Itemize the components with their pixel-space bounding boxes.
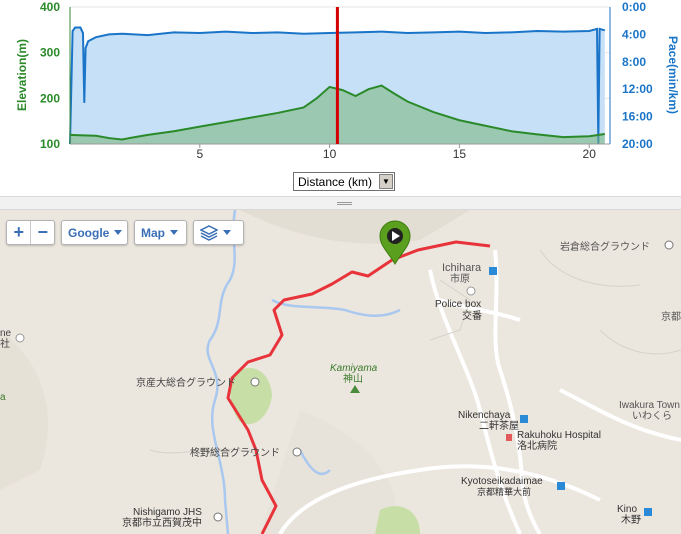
map-label-rakuhoku: Rakuhoku Hospital bbox=[517, 430, 601, 441]
drag-handle-icon[interactable] bbox=[337, 202, 352, 205]
map-label-nishigamo: Nishigamo JHS bbox=[133, 507, 202, 518]
map-label-nikenchaya: Nikenchaya bbox=[458, 410, 511, 421]
map-label-iwakura: Iwakura Town bbox=[619, 400, 680, 411]
map-type-dropdown[interactable]: Map bbox=[134, 220, 187, 245]
x-tick-label: 5 bbox=[196, 147, 203, 161]
map-label-police: Police box bbox=[435, 299, 481, 310]
map-label-kino-jp: 木野 bbox=[621, 514, 641, 526]
pace-tick-label: 0:00 bbox=[622, 0, 646, 14]
map-label-left-sha: 社 bbox=[0, 337, 10, 350]
elevation-axis-label: Elevation(m) bbox=[15, 39, 29, 111]
elevation-pace-chart-panel: 400 300 200 100 0:00 4:00 8:00 12:00 16:00 20:00… bbox=[0, 0, 681, 196]
x-tick-label: 10 bbox=[323, 147, 337, 161]
map-label-kyotoseika-jp: 京都精華大前 bbox=[477, 486, 531, 497]
map-type-label: Map bbox=[141, 225, 165, 240]
x-axis-select-value: Distance (km) bbox=[298, 174, 373, 189]
map-label-iwakura-ground: 岩倉総合グラウンド bbox=[560, 240, 650, 253]
elevation-pace-chart[interactable]: 400 300 200 100 0:00 4:00 8:00 12:00 16:00 20:00… bbox=[0, 0, 681, 170]
pace-axis-label: Pace(min/km) bbox=[666, 36, 680, 114]
station-icon bbox=[557, 482, 565, 490]
map-label-police-jp: 交番 bbox=[462, 309, 482, 322]
map-label-kyotoseika: Kyotoseikadaimae bbox=[461, 476, 543, 487]
station-icon bbox=[489, 267, 497, 275]
hospital-icon bbox=[506, 434, 512, 441]
layers-icon bbox=[200, 224, 218, 241]
map-label-rakuhoku-jp: 洛北病院 bbox=[517, 439, 557, 452]
zoom-in-button[interactable]: + bbox=[7, 221, 30, 244]
zoom-controls: + − bbox=[6, 220, 55, 245]
left-tick-labels: 400 300 200 100 bbox=[40, 0, 60, 151]
x-axis-select[interactable]: Distance (km) ▼ bbox=[293, 172, 395, 191]
zoom-out-button[interactable]: − bbox=[30, 221, 54, 244]
right-tick-labels: 0:00 4:00 8:00 12:00 16:00 20:00 bbox=[622, 0, 653, 151]
x-tick-labels: 5 10 15 20 bbox=[196, 144, 596, 161]
x-tick-label: 20 bbox=[583, 147, 597, 161]
elevation-tick-label: 300 bbox=[40, 46, 60, 60]
map-label-kyoto-edge: 京都 bbox=[661, 310, 681, 323]
pace-tick-label: 20:00 bbox=[622, 137, 653, 151]
station-icon bbox=[520, 415, 528, 423]
map-label-iwakura-jp: いわくら bbox=[632, 410, 672, 422]
route-map[interactable]: Ichihara 市原 岩倉総合グラウンド Police box 交番 京都 K… bbox=[0, 210, 681, 534]
pace-tick-label: 8:00 bbox=[622, 55, 646, 69]
map-label-kyosan: 京産大総合グラウンド bbox=[136, 376, 236, 389]
map-label-ichihara: Ichihara bbox=[442, 262, 482, 274]
map-provider-label: Google bbox=[68, 225, 110, 240]
chevron-down-icon bbox=[170, 230, 178, 235]
station-icon bbox=[644, 508, 652, 516]
panel-splitter[interactable] bbox=[0, 196, 681, 210]
x-tick-label: 15 bbox=[453, 147, 467, 161]
map-label-kamiyama: Kamiyama bbox=[330, 363, 378, 374]
map-label-nishigamo-jp: 京都市立西賀茂中 bbox=[122, 516, 202, 529]
elevation-tick-label: 200 bbox=[40, 91, 60, 105]
map-label-kamiyama-jp: 神山 bbox=[343, 372, 363, 385]
map-label-left-a: a bbox=[0, 392, 6, 403]
pace-tick-label: 12:00 bbox=[622, 82, 653, 96]
map-label-hiiragino: 柊野総合グラウンド bbox=[190, 446, 280, 459]
map-provider-dropdown[interactable]: Google bbox=[61, 220, 128, 245]
map-label-left-ne: ne bbox=[0, 328, 12, 339]
map-label-kino: Kino bbox=[617, 504, 637, 515]
dropdown-arrow-icon[interactable]: ▼ bbox=[379, 174, 393, 189]
elevation-tick-label: 100 bbox=[40, 137, 60, 151]
school-icon bbox=[213, 512, 223, 522]
map-canvas[interactable]: Ichihara 市原 岩倉総合グラウンド Police box 交番 京都 K… bbox=[0, 210, 681, 534]
chevron-down-icon bbox=[223, 230, 231, 235]
map-label-ichihara-jp: 市原 bbox=[450, 272, 470, 285]
pace-tick-label: 16:00 bbox=[622, 110, 653, 124]
elevation-tick-label: 400 bbox=[40, 0, 60, 14]
chevron-down-icon bbox=[114, 230, 123, 235]
map-label-nikenchaya-jp: 二軒茶屋 bbox=[479, 419, 519, 432]
pace-tick-label: 4:00 bbox=[622, 27, 646, 41]
map-layers-dropdown[interactable] bbox=[193, 220, 244, 245]
